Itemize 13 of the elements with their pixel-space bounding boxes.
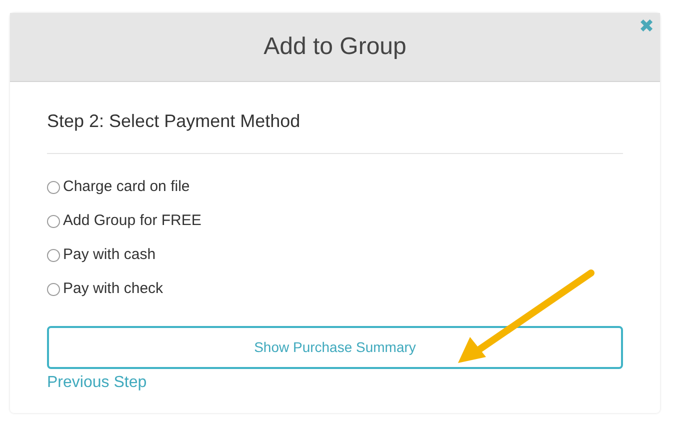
radio-label: Pay with cash <box>63 244 156 265</box>
radio-label: Charge card on file <box>63 176 190 197</box>
radio-button[interactable] <box>47 282 60 296</box>
radio-label: Pay with check <box>63 278 164 299</box>
close-button[interactable]: ✖ <box>639 17 654 35</box>
previous-step-link[interactable]: Previous Step <box>47 374 147 391</box>
radio-button[interactable] <box>47 180 60 194</box>
radio-label: Add Group for FREE <box>63 210 202 231</box>
dialog-title: Add to Group <box>264 32 406 62</box>
step-heading: Step 2: Select Payment Method <box>47 111 300 131</box>
radio-button[interactable] <box>47 214 60 228</box>
show-summary-button[interactable]: Show Purchase Summary <box>47 326 623 369</box>
radio-button[interactable] <box>47 248 60 262</box>
